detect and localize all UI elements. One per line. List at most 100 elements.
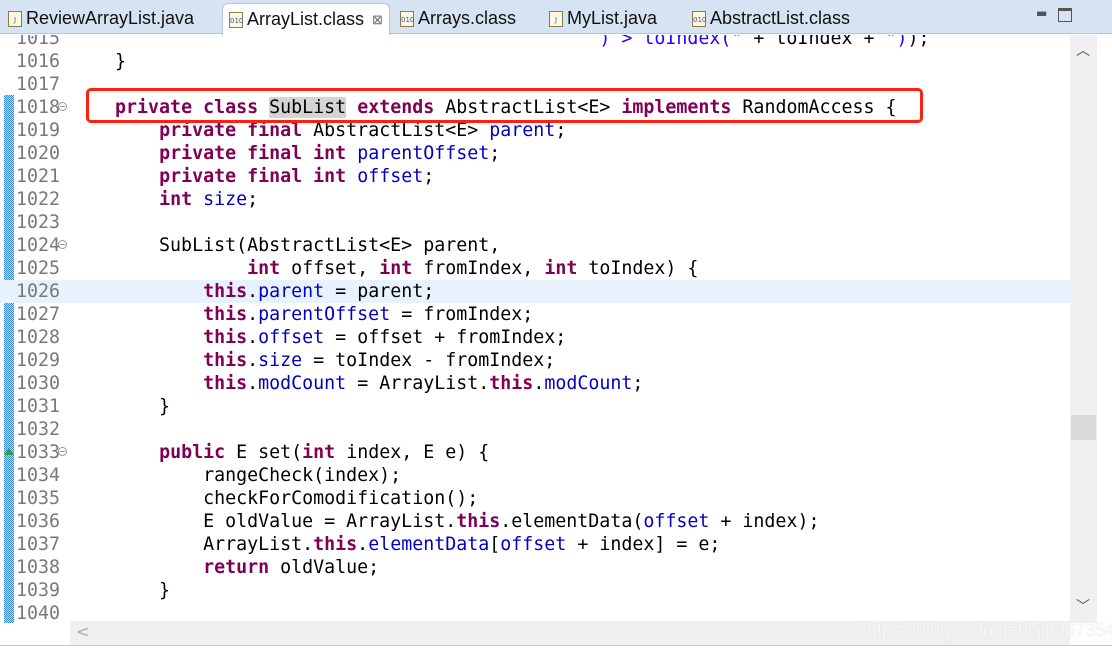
code-line[interactable]: 1038 return oldValue;	[0, 556, 1070, 579]
code-content: }	[71, 50, 126, 73]
code-text: SubList(AbstractList<E> parent,	[71, 235, 501, 256]
code-content: int size;	[71, 188, 258, 211]
code-line[interactable]: 1015 ) > toIndex(" + toIndex + "));	[0, 35, 1070, 50]
tab-mylist-java[interactable]: J MyList.java	[543, 3, 663, 34]
vertical-scrollbar[interactable]	[1070, 35, 1097, 623]
field: offset	[643, 511, 710, 532]
code-line[interactable]: 1024− SubList(AbstractList<E> parent,	[0, 234, 1070, 257]
tab-abstractlist-class[interactable]: 010 AbstractList.class	[686, 3, 856, 34]
keyword: this	[203, 304, 248, 325]
code-text: .	[247, 281, 259, 302]
line-number: 1022	[16, 189, 61, 210]
keyword: private	[159, 143, 237, 164]
code-text: }	[71, 51, 127, 72]
code-editor[interactable]: 1015 ) > toIndex(" + toIndex + ")); 1016 …	[0, 35, 1112, 623]
keyword: this	[203, 281, 248, 302]
minimize-icon[interactable]: ▬	[1036, 6, 1047, 20]
code-line[interactable]: 1029 this.size = toIndex - fromIndex;	[0, 349, 1070, 372]
code-text: ;	[555, 120, 567, 141]
code-line[interactable]: 1032	[0, 418, 1070, 441]
code-line[interactable]: 1016 }	[0, 50, 1070, 73]
code-line[interactable]: 1030 this.modCount = ArrayList.this.modC…	[0, 372, 1070, 395]
scroll-up-icon[interactable]: ︿	[1076, 40, 1090, 60]
editor-tab-bar: J ReviewArrayList.java 010 ArrayList.class…	[0, 0, 1112, 35]
line-number: 1040	[16, 603, 61, 623]
field: modCount	[544, 373, 633, 394]
code-text: AbstractList<E>	[302, 120, 490, 141]
line-number: 1039	[16, 580, 61, 601]
line-number: 1025	[16, 258, 61, 279]
code-line[interactable]: 1025 int offset, int fromIndex, int toIn…	[0, 257, 1070, 280]
keyword: final	[247, 120, 303, 141]
code-content: ArrayList.this.elementData[offset + inde…	[71, 533, 720, 556]
code-line[interactable]: 1021 private final int offset;	[0, 165, 1070, 188]
field: parentOffset	[258, 304, 391, 325]
line-number: 1031	[16, 396, 61, 417]
keyword: int	[159, 189, 193, 210]
code-content: this.offset = offset + fromIndex;	[71, 326, 566, 349]
code-line[interactable]: 1022 int size;	[0, 188, 1070, 211]
code-text: }	[71, 580, 171, 601]
collapse-fold-icon[interactable]: −	[58, 102, 67, 111]
keyword: int	[313, 166, 347, 187]
line-number: 1017	[16, 74, 61, 95]
code-line[interactable]: 1034 rangeCheck(index);	[0, 464, 1070, 487]
keyword: return	[203, 557, 270, 578]
scrollbar-thumb[interactable]	[1071, 415, 1096, 440]
code-content: this.size = toIndex - fromIndex;	[71, 349, 555, 372]
tab-reviewarraylist-java[interactable]: J ReviewArrayList.java	[2, 3, 200, 34]
line-number: 1034	[16, 465, 61, 486]
override-marker-icon[interactable]	[4, 448, 14, 455]
code-content: int offset, int fromIndex, int toIndex) …	[71, 257, 698, 280]
field: size	[203, 189, 248, 210]
code-line[interactable]: 1020 private final int parentOffset;	[0, 142, 1070, 165]
code-line[interactable]: 1039 }	[0, 579, 1070, 602]
line-number: 1038	[16, 557, 61, 578]
keyword: private	[159, 166, 237, 187]
annotation-highlight-box	[86, 88, 923, 123]
close-icon[interactable]: ⊠	[372, 12, 383, 28]
code-content: this.modCount = ArrayList.this.modCount;	[71, 372, 643, 395]
code-line[interactable]: 1036 E oldValue = ArrayList.this.element…	[0, 510, 1070, 533]
scroll-left-icon[interactable]: <	[76, 622, 89, 641]
code-line[interactable]: 1023	[0, 211, 1070, 234]
code-content: checkForComodification();	[71, 487, 478, 510]
keyword: public	[159, 442, 226, 463]
collapse-fold-icon[interactable]: −	[58, 240, 67, 249]
code-content: }	[71, 579, 170, 602]
code-text: );	[907, 35, 930, 49]
keyword: this	[203, 350, 248, 371]
code-line[interactable]: 1028 this.offset = offset + fromIndex;	[0, 326, 1070, 349]
code-text: toIndex) {	[577, 258, 699, 279]
scroll-down-icon[interactable]: ﹀	[1076, 596, 1090, 616]
field: elementData	[368, 534, 490, 555]
code-text: ArrayList.	[71, 534, 314, 555]
code-content: return oldValue;	[71, 556, 379, 579]
class-file-icon: 010	[692, 10, 706, 27]
code-line[interactable]: 1033− public E set(int index, E e) {	[0, 441, 1070, 464]
code-text: E set(	[225, 442, 303, 463]
tab-label: ReviewArrayList.java	[26, 8, 195, 28]
line-number: 1018	[16, 97, 61, 118]
line-number: 1035	[16, 488, 61, 509]
line-number: 1023	[16, 212, 61, 233]
code-line[interactable]: 1027 this.parentOffset = fromIndex;	[0, 303, 1070, 326]
code-line[interactable]: 1037 ArrayList.this.elementData[offset +…	[0, 533, 1070, 556]
code-line[interactable]: 1031 }	[0, 395, 1070, 418]
code-text: = offset + fromIndex;	[324, 327, 567, 348]
tab-arrays-class[interactable]: 010 Arrays.class	[394, 3, 522, 34]
maximize-icon[interactable]	[1058, 8, 1072, 22]
code-line[interactable]: 1035 checkForComodification();	[0, 487, 1070, 510]
collapse-fold-icon[interactable]: −	[58, 447, 67, 456]
line-number: 1036	[16, 511, 61, 532]
code-content: E oldValue = ArrayList.this.elementData(…	[71, 510, 819, 533]
keyword: private	[159, 120, 237, 141]
code-line[interactable]: 1026 this.parent = parent;	[0, 280, 1070, 303]
tab-arraylist-class[interactable]: 010 ArrayList.class ⊠	[222, 3, 390, 35]
keyword: final	[247, 166, 303, 187]
